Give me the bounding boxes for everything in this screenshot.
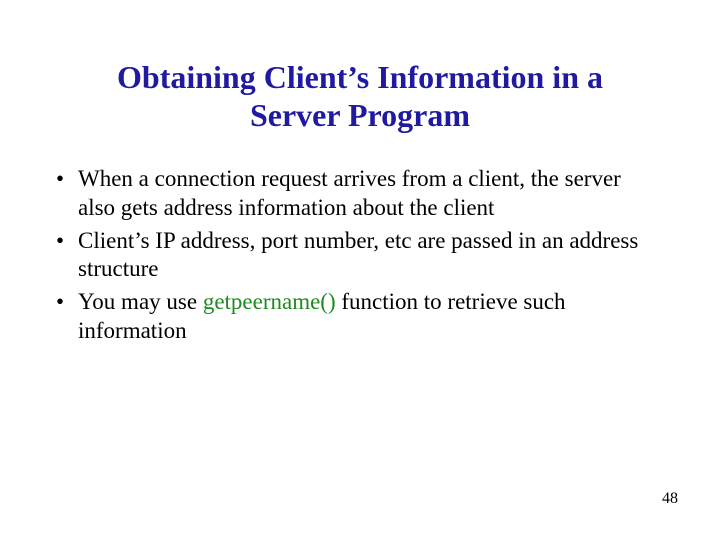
bullet-text: When a connection request arrives from a… bbox=[78, 166, 621, 220]
title-line-1: Obtaining Client’s Information in a bbox=[117, 59, 603, 95]
bullet-item: Client’s IP address, port number, etc ar… bbox=[50, 227, 660, 285]
bullet-item: When a connection request arrives from a… bbox=[50, 165, 660, 223]
slide: Obtaining Client’s Information in a Serv… bbox=[0, 0, 720, 540]
bullet-list: When a connection request arrives from a… bbox=[50, 165, 660, 346]
slide-body: When a connection request arrives from a… bbox=[50, 165, 660, 350]
page-number: 48 bbox=[662, 490, 678, 508]
bullet-text-pre: You may use bbox=[78, 289, 203, 314]
title-line-2: Server Program bbox=[250, 97, 470, 133]
slide-title: Obtaining Client’s Information in a Serv… bbox=[0, 58, 720, 135]
function-name: getpeername() bbox=[203, 289, 336, 314]
bullet-item: You may use getpeername() function to re… bbox=[50, 288, 660, 346]
bullet-text: Client’s IP address, port number, etc ar… bbox=[78, 228, 638, 282]
